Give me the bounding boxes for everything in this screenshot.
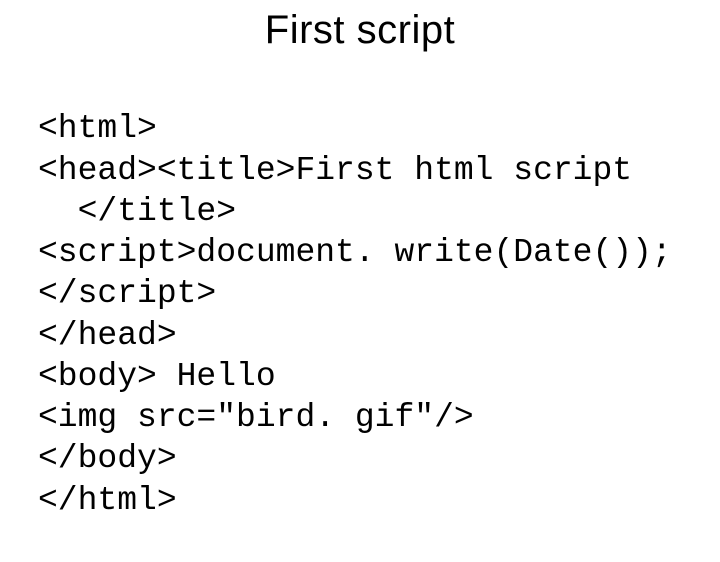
- slide-title: First script: [0, 8, 720, 53]
- code-line: </head>: [38, 317, 177, 354]
- code-line: <img src="bird. gif"/>: [38, 399, 474, 436]
- code-line: </title>: [38, 193, 236, 230]
- code-line: </body>: [38, 440, 177, 477]
- code-line: </script>: [38, 275, 216, 312]
- slide: First script <html> <head><title>First h…: [0, 0, 720, 540]
- code-line: <body> Hello: [38, 358, 276, 395]
- code-line: <script>document. write(Date());: [38, 234, 672, 271]
- code-block: <html> <head><title>First html script </…: [0, 67, 720, 562]
- code-line: <head><title>First html script: [38, 152, 632, 189]
- code-line: <html>: [38, 110, 157, 147]
- code-line: </html>: [38, 482, 177, 519]
